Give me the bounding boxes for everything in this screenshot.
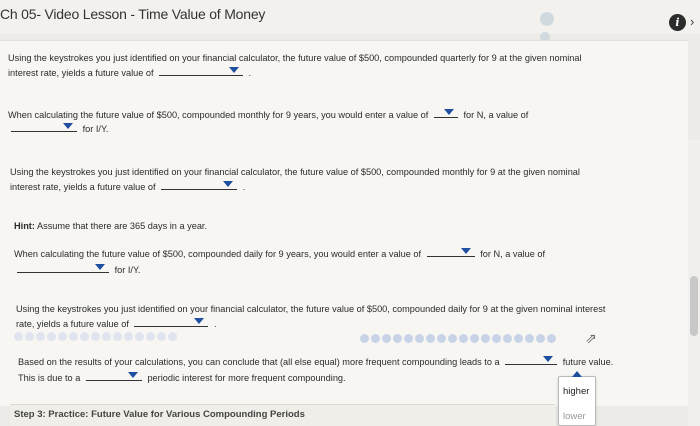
- q1-line2-text: interest rate, yields a future value of: [8, 68, 154, 78]
- dropdown-arrow-icon: [460, 248, 471, 254]
- step-header[interactable]: Step 3: Practice: Future Value for Vario…: [10, 404, 555, 426]
- dropdown-arrow-icon: [127, 372, 138, 378]
- lesson-title: Ch 05- Video Lesson - Time Value of Mone…: [0, 6, 266, 22]
- q3-line2-end: .: [242, 182, 246, 192]
- q4-line2: for I/Y.: [14, 262, 140, 279]
- q2-line1-end: for N, a value of: [463, 110, 529, 120]
- q6-line2-text: This is due to a: [18, 373, 81, 383]
- q3-line2: interest rate, yields a future value of …: [10, 179, 245, 196]
- scrollbar-thumb[interactable]: [690, 276, 698, 336]
- dropdown-arrow-icon: [229, 67, 240, 73]
- q6-line1-end: future value.: [562, 357, 614, 367]
- pointer-cursor-icon: ⇗: [585, 330, 597, 346]
- q1-line2-end: .: [248, 68, 252, 78]
- dropdown-up-arrow-icon: [572, 371, 582, 377]
- dropdown-arrow-icon: [95, 264, 105, 270]
- future-value-options-menu[interactable]: higher lower: [558, 371, 596, 426]
- hint-line: Hint: Assume that there are 365 days in …: [14, 218, 207, 235]
- q4-line2-text: for I/Y.: [114, 265, 141, 275]
- dropdown-arrow-icon: [63, 123, 73, 129]
- hint-text: Assume that there are 365 days in a year…: [36, 221, 208, 231]
- q3-future-value-dropdown[interactable]: [161, 179, 238, 190]
- dropdown-arrow-icon: [223, 181, 234, 187]
- loading-dots: [14, 332, 177, 341]
- option-higher[interactable]: higher: [563, 386, 589, 397]
- top-bar: Ch 05- Video Lesson - Time Value of Mone…: [0, 0, 700, 42]
- q6-line2: This is due to a periodic interest for m…: [18, 370, 346, 387]
- q1-line2: interest rate, yields a future value of …: [8, 65, 251, 82]
- dropdown-arrow-icon: [543, 356, 554, 362]
- q4-line1-end: for N, a value of: [480, 249, 546, 259]
- q5-line2-text: rate, yields a future value of: [16, 319, 129, 329]
- dropdown-arrow-icon: [194, 318, 205, 324]
- q4-iy-dropdown[interactable]: [17, 262, 109, 273]
- q5-line2: rate, yields a future value of .: [16, 316, 217, 333]
- q4-line1-text: When calculating the future value of $50…: [14, 249, 422, 259]
- q3-line2-text: interest rate, yields a future value of: [10, 182, 156, 192]
- q6-line2-end: periodic interest for more frequent comp…: [147, 373, 346, 383]
- hint-label: Hint:: [14, 221, 35, 231]
- q2-line2: for I/Y.: [8, 121, 108, 138]
- q6-line1-text: Based on the results of your calculation…: [18, 357, 500, 367]
- q5-line2-end: .: [214, 319, 217, 329]
- q6-periodic-interest-dropdown[interactable]: [85, 370, 142, 381]
- dropdown-arrow-icon: [443, 109, 454, 115]
- q4-n-dropdown[interactable]: [426, 246, 475, 257]
- q2-line1-text: When calculating the future value of $50…: [8, 110, 429, 120]
- q6-line1: Based on the results of your calculation…: [18, 354, 613, 371]
- scrollbar[interactable]: [688, 140, 700, 426]
- step-title: Step 3: Practice: Future Value for Vario…: [14, 409, 305, 420]
- q6-future-value-dropdown[interactable]: [505, 354, 558, 365]
- q1-future-value-dropdown[interactable]: [159, 65, 244, 76]
- option-lower[interactable]: lower: [563, 411, 586, 422]
- q4-line1: When calculating the future value of $50…: [14, 246, 545, 263]
- q2-iy-dropdown[interactable]: [11, 121, 77, 132]
- q2-n-dropdown[interactable]: [433, 107, 458, 118]
- loading-dots: [360, 334, 556, 344]
- q5-future-value-dropdown[interactable]: [134, 316, 209, 327]
- info-icon[interactable]: i: [669, 14, 686, 31]
- q2-line2-text: for I/Y.: [82, 124, 109, 134]
- chevron-right-icon[interactable]: ›: [690, 14, 694, 29]
- faint-indicator-icon: [540, 12, 554, 26]
